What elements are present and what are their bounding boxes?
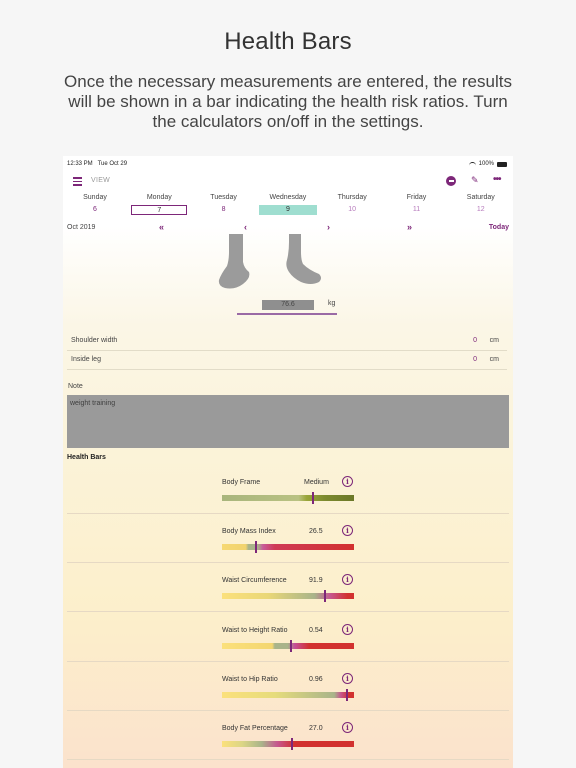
- day-name: Friday: [406, 194, 427, 201]
- health-risk-bar: [222, 639, 354, 652]
- measurement-row-shoulder[interactable]: Shoulder width 0 cm: [67, 332, 507, 351]
- health-bar-marker: [289, 639, 292, 652]
- status-time: 12:33 PM Tue Oct 29: [67, 161, 127, 167]
- measurement-value[interactable]: 0: [473, 337, 477, 344]
- more-icon[interactable]: •••: [493, 174, 501, 185]
- measurement-row-inside-leg[interactable]: Inside leg 0 cm: [67, 351, 507, 370]
- wifi-icon: [468, 161, 476, 167]
- health-risk-bar: [222, 738, 354, 750]
- double-chevron-right-icon[interactable]: »: [407, 222, 412, 232]
- health-bar-row: Body Mass Index 26.5 i: [67, 513, 509, 564]
- weight-input[interactable]: 76.6: [262, 300, 314, 310]
- day-number[interactable]: 7: [131, 205, 188, 215]
- health-bar-label: Body Frame: [222, 479, 261, 486]
- health-bar-row: Waist to Height Ratio 0.54 i: [67, 612, 509, 662]
- toolbar: VIEW ✎ •••: [63, 172, 513, 190]
- health-bar-row: Body Fat Percentage 27.0 i: [67, 710, 509, 760]
- status-clock: 12:33 PM: [67, 161, 93, 167]
- chevron-right-icon[interactable]: ›: [327, 222, 330, 232]
- health-risk-bar: [222, 492, 354, 504]
- measurement-label: Inside leg: [71, 356, 101, 363]
- day-number[interactable]: 6: [67, 205, 123, 215]
- day-friday[interactable]: Friday 11: [385, 194, 449, 215]
- info-icon[interactable]: i: [342, 525, 353, 537]
- info-icon[interactable]: i: [342, 672, 353, 684]
- note-textarea[interactable]: weight training: [67, 395, 509, 448]
- weight-unit: kg: [328, 300, 336, 307]
- status-right: 100%: [468, 161, 507, 167]
- day-number[interactable]: 11: [389, 205, 445, 215]
- measurement-unit: cm: [489, 356, 499, 363]
- status-date: Tue Oct 29: [97, 161, 128, 167]
- health-bar-label: Waist to Height Ratio: [222, 626, 288, 634]
- menu-icon[interactable]: [73, 177, 82, 186]
- battery-icon: [497, 161, 507, 167]
- health-bar-value: Medium: [304, 479, 329, 486]
- health-risk-bar: [222, 688, 354, 701]
- day-monday[interactable]: Monday 7: [127, 194, 191, 215]
- day-name: Thursday: [337, 194, 367, 201]
- device-screen: 12:33 PM Tue Oct 29 100% VIEW ✎ ••• Sund…: [63, 156, 513, 768]
- health-bar-marker: [255, 541, 258, 554]
- health-bars-heading: Health Bars: [67, 454, 106, 461]
- day-saturday[interactable]: Saturday 12: [449, 194, 513, 215]
- health-risk-bar: [222, 590, 354, 603]
- health-bar-label: Body Mass Index: [222, 528, 276, 536]
- health-bar-row: Body Frame Medium i: [67, 464, 509, 514]
- day-number[interactable]: 8: [196, 205, 252, 215]
- info-icon[interactable]: i: [342, 476, 353, 487]
- health-bar-marker: [290, 738, 293, 750]
- health-bar-marker: [312, 492, 315, 504]
- day-sunday[interactable]: Sunday 6: [63, 194, 127, 215]
- health-risk-bar: [222, 541, 354, 554]
- weight-underline: [237, 313, 337, 315]
- day-number[interactable]: 9: [258, 205, 317, 215]
- day-name: Tuesday: [210, 194, 237, 201]
- day-thursday[interactable]: Thursday 10: [320, 194, 384, 215]
- day-name: Saturday: [466, 194, 495, 201]
- chevron-left-icon[interactable]: ‹: [244, 222, 247, 232]
- status-bar: 12:33 PM Tue Oct 29 100%: [63, 156, 513, 172]
- month-label: Oct 2019: [67, 224, 96, 231]
- info-icon[interactable]: i: [342, 623, 353, 635]
- pencil-icon[interactable]: ✎: [471, 175, 479, 186]
- day-tuesday[interactable]: Tuesday 8: [192, 194, 256, 215]
- day-wednesday[interactable]: Wednesday 9: [256, 194, 320, 215]
- measurement-unit: cm: [489, 337, 499, 344]
- health-bar-row: Waist Circumference 91.9 i: [67, 562, 509, 613]
- health-bar-label: Waist to Hip Ratio: [222, 675, 278, 683]
- day-name: Wednesday: [269, 194, 307, 201]
- measurement-label: Shoulder width: [71, 337, 118, 344]
- battery-percent: 100%: [478, 161, 494, 167]
- promo-subtitle: Once the necessary measurements are ente…: [64, 72, 512, 131]
- health-bar-row: Waist to Hip Ratio 0.96 i: [67, 661, 509, 711]
- health-bar-marker: [323, 590, 326, 603]
- day-name: Monday: [146, 194, 172, 201]
- health-bar-label: Waist Circumference: [222, 577, 287, 585]
- health-bar-label: Body Fat Percentage: [222, 725, 288, 732]
- info-icon[interactable]: i: [342, 722, 353, 733]
- week-strip: Sunday 6 Monday 7 Tuesday 8 Wednesday 9 Thursday…: [63, 194, 513, 218]
- day-name: Sunday: [83, 194, 107, 201]
- view-label[interactable]: VIEW: [91, 177, 110, 184]
- health-bar-marker: [346, 688, 349, 701]
- day-number[interactable]: 12: [453, 205, 509, 215]
- day-number[interactable]: 10: [324, 205, 380, 215]
- feet-icon: [218, 234, 321, 289]
- promo-title: Health Bars: [224, 28, 352, 55]
- note-label: Note: [68, 383, 83, 390]
- measurement-value[interactable]: 0: [473, 356, 477, 363]
- double-chevron-left-icon[interactable]: «: [159, 222, 164, 232]
- minus-circle-icon[interactable]: [446, 176, 456, 186]
- info-icon[interactable]: i: [342, 574, 353, 586]
- today-button[interactable]: Today: [489, 224, 509, 231]
